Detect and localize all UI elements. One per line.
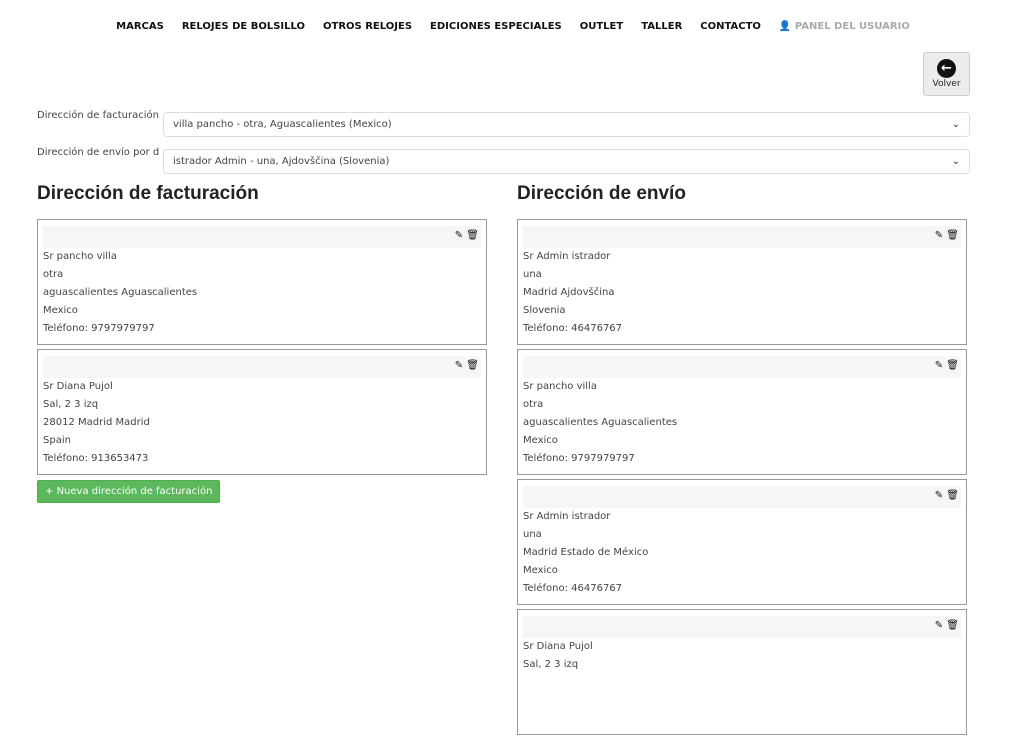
nav-ediciones-especiales[interactable]: EDICIONES ESPECIALES bbox=[430, 21, 562, 32]
edit-pencil-icon[interactable]: ✎ bbox=[935, 230, 943, 241]
billing-address-select[interactable]: villa pancho - otra, Aguascalientes (Mex… bbox=[163, 112, 970, 137]
address-line: otra bbox=[43, 269, 64, 280]
nav-contacto[interactable]: CONTACTO bbox=[700, 21, 761, 32]
nav-otros-relojes[interactable]: OTROS RELOJES bbox=[323, 21, 412, 32]
shipping-title: Dirección de envío bbox=[517, 183, 686, 204]
address-line: Sr Diana Pujol bbox=[43, 381, 113, 392]
billing-select-value: villa pancho - otra, Aguascalientes (Mex… bbox=[173, 119, 392, 130]
card-header: ✎ 🗑 bbox=[523, 356, 961, 378]
shipping-select-label: Dirección de envío por defecto bbox=[37, 147, 159, 158]
address-line: aguascalientes Aguascalientes bbox=[523, 417, 678, 428]
address-line: otra bbox=[523, 399, 544, 410]
card-header: ✎ 🗑 bbox=[523, 616, 961, 638]
billing-select-row: Dirección de facturación villa pancho - … bbox=[37, 110, 970, 137]
plus-icon: + bbox=[45, 486, 54, 497]
address-line: Mexico bbox=[43, 305, 78, 316]
card-header: ✎ 🗑 bbox=[43, 226, 481, 248]
address-line: Teléfono: 913653473 bbox=[43, 453, 149, 464]
card-header: ✎ 🗑 bbox=[523, 226, 961, 248]
address-line: Slovenia bbox=[523, 305, 566, 316]
shipping-select-row: Dirección de envío por defecto istrador … bbox=[37, 147, 970, 174]
address-card: ✎ 🗑 Sr Diana Pujol Sal, 2 3 izq bbox=[517, 609, 967, 735]
address-card: ✎ 🗑 Sr Admin istrador una Madrid Ajdovščina… bbox=[517, 219, 967, 345]
shipping-address-select[interactable]: istrador Admin - una, Ajdovščina (Sloven… bbox=[163, 149, 970, 174]
nav-user-panel[interactable]: 👤 PANEL DEL USUARIO bbox=[779, 21, 910, 32]
nav-outlet[interactable]: OUTLET bbox=[580, 21, 623, 32]
trash-icon[interactable]: 🗑 bbox=[946, 490, 959, 501]
shipping-select-value: istrador Admin - una, Ajdovščina (Sloven… bbox=[173, 156, 390, 167]
address-line: aguascalientes Aguascalientes bbox=[43, 287, 198, 298]
main-nav: MARCAS RELOJES DE BOLSILLO OTROS RELOJES… bbox=[0, 21, 1028, 32]
address-line: Sr Diana Pujol bbox=[523, 641, 593, 652]
address-line: Sal, 2 3 izq bbox=[523, 659, 579, 670]
billing-addresses: ✎ 🗑 Sr pancho villa otra aguascalientes Agu… bbox=[37, 219, 487, 503]
address-line: Madrid Estado de México bbox=[523, 547, 649, 558]
address-line: una bbox=[523, 269, 542, 280]
address-line: Teléfono: 9797979797 bbox=[523, 453, 635, 464]
address-line bbox=[523, 710, 961, 728]
chevron-down-icon: ⌄ bbox=[951, 156, 960, 167]
address-line: Sr Admin istrador bbox=[523, 251, 611, 262]
billing-select-label: Dirección de facturación bbox=[37, 110, 159, 121]
address-line: Spain bbox=[43, 435, 71, 446]
address-line: Teléfono: 9797979797 bbox=[43, 323, 155, 334]
arrow-left-icon: ← bbox=[937, 59, 956, 78]
edit-pencil-icon[interactable]: ✎ bbox=[455, 360, 463, 371]
billing-title: Dirección de facturación bbox=[37, 183, 259, 204]
address-card: ✎ 🗑 Sr pancho villa otra aguascalientes Agu… bbox=[517, 349, 967, 475]
address-line: Madrid Ajdovščina bbox=[523, 287, 615, 298]
trash-icon[interactable]: 🗑 bbox=[946, 230, 959, 241]
nav-marcas[interactable]: MARCAS bbox=[116, 21, 164, 32]
address-line: 28012 Madrid Madrid bbox=[43, 417, 150, 428]
address-line: Sal, 2 3 izq bbox=[43, 399, 99, 410]
card-header: ✎ 🗑 bbox=[523, 486, 961, 508]
trash-icon[interactable]: 🗑 bbox=[946, 620, 959, 631]
user-icon: 👤 bbox=[778, 21, 792, 32]
address-line: Teléfono: 46476767 bbox=[523, 583, 623, 594]
address-line: Sr pancho villa bbox=[43, 251, 117, 262]
address-line: una bbox=[523, 529, 542, 540]
address-line bbox=[523, 692, 961, 710]
trash-icon[interactable]: 🗑 bbox=[466, 230, 479, 241]
nav-relojes-bolsillo[interactable]: RELOJES DE BOLSILLO bbox=[182, 21, 305, 32]
trash-icon[interactable]: 🗑 bbox=[946, 360, 959, 371]
edit-pencil-icon[interactable]: ✎ bbox=[935, 620, 943, 631]
edit-pencil-icon[interactable]: ✎ bbox=[935, 490, 943, 501]
address-line: Sr pancho villa bbox=[523, 381, 597, 392]
card-header: ✎ 🗑 bbox=[43, 356, 481, 378]
address-line: Mexico bbox=[523, 435, 558, 446]
address-card: ✎ 🗑 Sr Admin istrador una Madrid Estado de … bbox=[517, 479, 967, 605]
chevron-down-icon: ⌄ bbox=[951, 119, 960, 130]
nav-taller[interactable]: TALLER bbox=[641, 21, 682, 32]
address-line bbox=[523, 674, 961, 692]
address-card: ✎ 🗑 Sr Diana Pujol Sal, 2 3 izq 28012 Madri… bbox=[37, 349, 487, 475]
back-button[interactable]: ← Volver bbox=[923, 52, 970, 96]
address-line: Mexico bbox=[523, 565, 558, 576]
address-line: Teléfono: 46476767 bbox=[523, 323, 623, 334]
address-card: ✎ 🗑 Sr pancho villa otra aguascalientes Agu… bbox=[37, 219, 487, 345]
edit-pencil-icon[interactable]: ✎ bbox=[935, 360, 943, 371]
edit-pencil-icon[interactable]: ✎ bbox=[455, 230, 463, 241]
new-billing-address-button[interactable]: + Nueva dirección de facturación bbox=[37, 480, 221, 503]
shipping-addresses: ✎ 🗑 Sr Admin istrador una Madrid Ajdovščina… bbox=[517, 219, 967, 739]
address-line: Sr Admin istrador bbox=[523, 511, 611, 522]
trash-icon[interactable]: 🗑 bbox=[466, 360, 479, 371]
